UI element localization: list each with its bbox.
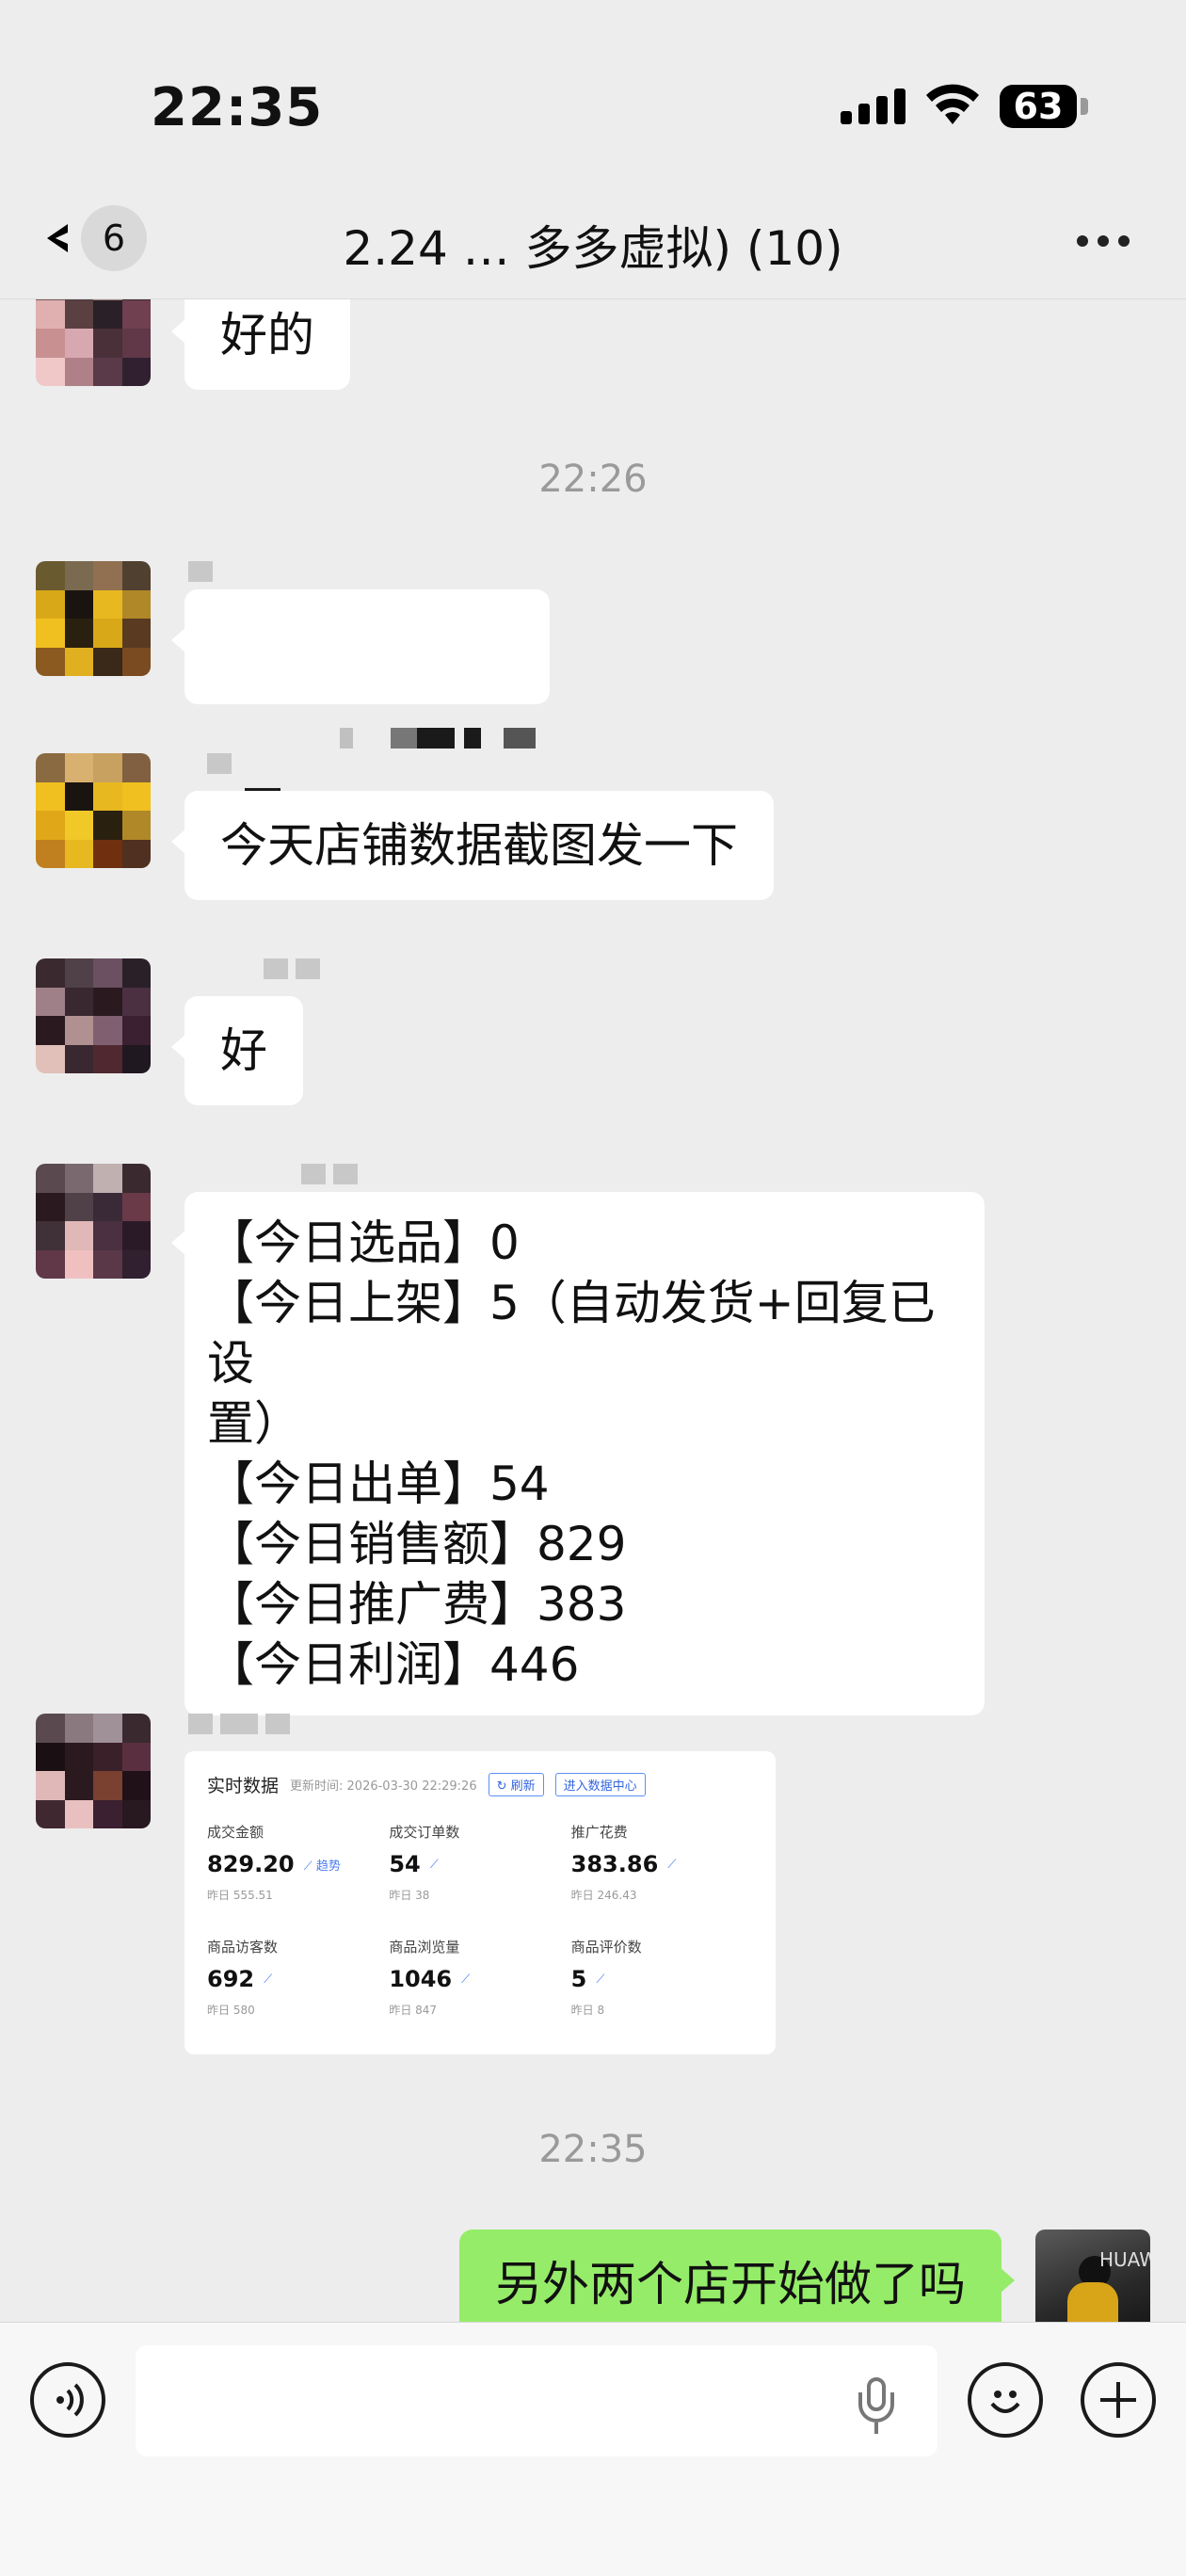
microphone-icon[interactable] — [853, 2377, 900, 2434]
timestamp: 22:35 — [538, 2128, 648, 2171]
message-bubble[interactable]: 另外两个店开始做了吗 — [459, 2230, 1015, 2322]
avatar[interactable] — [36, 958, 151, 1073]
message-bubble[interactable]: 好 — [171, 996, 303, 1105]
chat-header: 2.24 … 多多虚拟) (10) 6 — [0, 188, 1186, 299]
sender-name — [188, 561, 213, 586]
metric-gmv: 成交金额 829.20 ⟋ 趋势 昨日 555.51 — [207, 1824, 341, 1902]
data-card-title: 实时数据 — [207, 1776, 280, 1796]
data-card-header: 实时数据 更新时间: 2026-03-30 22:29:26 ↻ 刷新 进入数据… — [207, 1772, 753, 1797]
metric-orders: 成交订单数 54 ⟋ 昨日 38 — [389, 1824, 460, 1902]
sender-name — [188, 1714, 290, 1738]
avatar[interactable] — [36, 299, 151, 386]
more-functions-button[interactable] — [1081, 2362, 1156, 2438]
avatar[interactable] — [36, 1714, 151, 1828]
avatar[interactable] — [36, 561, 151, 676]
plus-icon — [1100, 2382, 1136, 2418]
input-bar — [0, 2322, 1186, 2576]
message-row — [0, 561, 1186, 809]
battery-icon: 63 — [1000, 85, 1077, 128]
cellular-signal-icon — [841, 89, 906, 124]
metrics-grid: 成交金额 829.20 ⟋ 趋势 昨日 555.51 成交订单数 54 ⟋ 昨日 3… — [207, 1822, 753, 2018]
avatar[interactable] — [36, 753, 151, 868]
trend-icon: ⟋ 趋势 — [303, 1859, 341, 1874]
sender-name — [301, 1164, 358, 1188]
message-row: 【今日选品】0 【今日上架】5（自动发货+回复已设 置） 【今日出单】54 【今… — [0, 1164, 1186, 1715]
data-center-button: 进入数据中心 — [554, 1773, 646, 1796]
smiley-icon — [990, 2391, 1020, 2413]
message-row: 好的 — [0, 299, 1186, 412]
metric-pageviews: 商品浏览量 1046 ⟋ 昨日 847 — [389, 1939, 471, 2017]
trend-icon: ⟋ — [461, 1972, 471, 1987]
chat-title: 2.24 … 多多虚拟) (10) — [343, 221, 843, 276]
metric-reviews: 商品评价数 5 ⟋ 昨日 8 — [570, 1939, 642, 2017]
message-bubble[interactable]: 【今日选品】0 【今日上架】5（自动发货+回复已设 置） 【今日出单】54 【今… — [171, 1192, 985, 1715]
sender-name — [207, 753, 232, 778]
metric-ad-spend: 推广花费 383.86 ⟋ 昨日 246.43 — [570, 1824, 677, 1902]
message-bubble[interactable] — [171, 589, 550, 809]
avatar[interactable]: HUAWE — [1035, 2230, 1150, 2322]
unread-badge: 6 — [81, 205, 147, 271]
trend-icon: ⟋ — [596, 1972, 605, 1987]
avatar-figure-body — [1067, 2282, 1118, 2322]
status-time: 22:35 — [151, 77, 324, 138]
shop-data-screenshot[interactable]: 实时数据 更新时间: 2026-03-30 22:29:26 ↻ 刷新 进入数据… — [184, 1751, 776, 2054]
message-row: 实时数据 更新时间: 2026-03-30 22:29:26 ↻ 刷新 进入数据… — [0, 1714, 1186, 2090]
refresh-button: ↻ 刷新 — [488, 1773, 544, 1796]
more-options-icon[interactable] — [1077, 235, 1130, 247]
message-row: 好 — [0, 958, 1186, 1109]
trend-icon: ⟋ — [264, 1972, 273, 1987]
chat-messages[interactable]: 好的 22:26 今天店铺数据截图发一下 好 【今日选品】0 【今日上架】5（自… — [0, 299, 1186, 2322]
voice-toggle-button[interactable] — [30, 2362, 105, 2438]
refresh-icon: ↻ — [496, 1779, 511, 1794]
emoji-button[interactable] — [968, 2362, 1043, 2438]
status-bar: 22:35 63 — [0, 0, 1186, 188]
message-row: 今天店铺数据截图发一下 — [0, 753, 1186, 904]
trend-icon: ⟋ — [667, 1857, 677, 1872]
message-bubble[interactable]: 今天店铺数据截图发一下 — [171, 791, 774, 900]
sender-name — [264, 958, 320, 983]
data-card-updated: 更新时间: 2026-03-30 22:29:26 — [290, 1779, 477, 1794]
avatar-text: HUAWE — [1099, 2248, 1150, 2271]
metric-visitors: 商品访客数 692 ⟋ 昨日 580 — [207, 1939, 279, 2017]
message-input[interactable] — [136, 2345, 938, 2456]
battery-tip — [1081, 98, 1088, 115]
timestamp: 22:26 — [538, 458, 648, 501]
wifi-icon — [926, 84, 979, 124]
message-bubble[interactable]: 好的 — [171, 299, 350, 390]
voice-icon — [56, 2383, 84, 2417]
back-button[interactable]: 6 — [47, 205, 147, 271]
message-row: HUAWE 另外两个店开始做了吗 — [0, 2230, 1186, 2322]
trend-icon: ⟋ — [429, 1857, 439, 1872]
avatar[interactable] — [36, 1164, 151, 1279]
chevron-left-icon — [47, 224, 68, 252]
